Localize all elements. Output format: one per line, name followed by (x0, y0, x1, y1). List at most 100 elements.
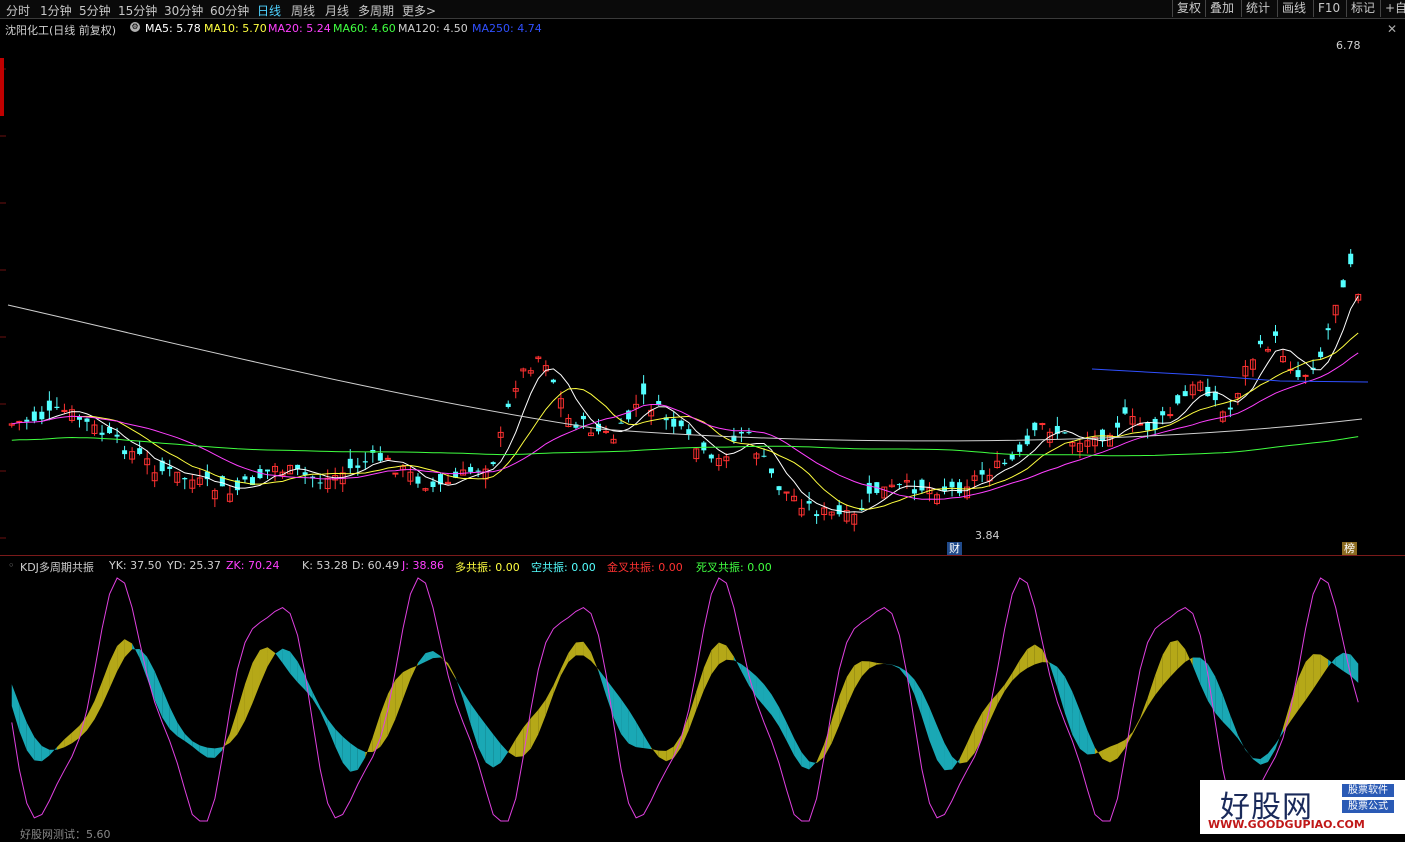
fuquan-button[interactable]: 复权 (1172, 0, 1205, 17)
kdj-bear-band (1252, 758, 1261, 765)
kdj-bull-band (102, 661, 110, 706)
period-tab-multi[interactable]: 多周期 (358, 2, 394, 19)
candle-body-down (701, 442, 707, 451)
period-tab-30min[interactable]: 30分钟 (164, 2, 203, 19)
period-tab-15min[interactable]: 15分钟 (118, 2, 157, 19)
kdj-bull-band (1283, 702, 1291, 733)
candle-body-down (1182, 391, 1188, 397)
watermark-url: WWW.GOODGUPIAO.COM (1208, 818, 1365, 831)
j-label: J: 38.86 (402, 559, 444, 572)
low-price-label: 3.84 (975, 529, 1000, 542)
kdj-bull-band (1034, 644, 1043, 665)
candle-body-down (1348, 253, 1354, 265)
kdj-bear-band (207, 747, 215, 758)
kdj-bear-band (425, 650, 434, 662)
kdj-bear-band (282, 648, 291, 674)
kline-panel[interactable]: 6.78 3.84 (0, 19, 1405, 555)
kdj-bull-band (109, 646, 118, 689)
kdj-bull-band (1094, 747, 1103, 759)
kdj-bull-band (244, 662, 253, 721)
ranking-badge[interactable]: 榜 (1342, 542, 1357, 555)
candle-body-down (1205, 386, 1211, 397)
kdj-bull-band (1110, 743, 1118, 763)
kline-chart[interactable]: 6.78 3.84 (0, 19, 1405, 555)
watermark-tag-formula: 股票公式 (1342, 800, 1394, 813)
kdj-bull-band (56, 739, 65, 750)
add-watchlist-button[interactable]: +自选 (1380, 0, 1405, 17)
kdj-bull-band (124, 639, 133, 658)
stats-button[interactable]: 统计 (1241, 0, 1274, 17)
kdj-bull-band (1162, 642, 1171, 686)
kdj-bear-band (139, 648, 148, 679)
period-tab-weekly[interactable]: 周线 (291, 2, 315, 19)
kdj-bear-band (342, 736, 351, 772)
kdj-bear-band (41, 745, 50, 762)
kdj-bull-band (967, 726, 975, 763)
kdj-bull-band (530, 709, 539, 749)
kdj-bull-band (1140, 698, 1148, 720)
candle-body-down (678, 420, 684, 427)
mark-button[interactable]: 标记 (1346, 0, 1379, 17)
kdj-bear-band (478, 714, 486, 763)
overlay-button[interactable]: 叠加 (1205, 0, 1238, 17)
finance-badge[interactable]: 财 (947, 542, 962, 555)
period-tab-monthly[interactable]: 月线 (325, 2, 349, 19)
candle-body-down (1002, 462, 1008, 465)
period-tab-more[interactable]: 更多> (402, 2, 436, 19)
period-tab-fenshi[interactable]: 分时 (6, 2, 30, 19)
kdj-bear-band (914, 679, 922, 717)
kdj-bear-band (275, 648, 283, 663)
close-icon[interactable]: ✕ (1387, 22, 1397, 36)
kdj-bull-band (839, 677, 847, 726)
candle-body-down (1099, 429, 1105, 441)
kdj-bear-band (748, 669, 757, 697)
period-tab-60min[interactable]: 60分钟 (210, 2, 249, 19)
candle-body-down (242, 476, 248, 480)
kdj-bear-band (455, 677, 464, 699)
kdj-bear-band (1200, 657, 1208, 701)
kdj-bull-band (1102, 746, 1111, 763)
kdj-bull-band (846, 665, 855, 707)
kdj-bear-band (944, 743, 953, 771)
candle-body-down (550, 379, 556, 383)
candle-body-down (54, 406, 60, 409)
kdj-bull-band (365, 736, 373, 758)
kdj-bear-band (936, 725, 945, 771)
kdj-bull-band (651, 747, 659, 758)
candle-body-down (580, 415, 586, 420)
candle-body-down (1115, 422, 1121, 428)
candle-body-down (979, 470, 985, 475)
gear-icon[interactable]: ⚙ (130, 22, 140, 32)
candle-body-up (1167, 414, 1174, 417)
kdj-bull-band (711, 642, 719, 675)
candle-body-down (1017, 444, 1023, 452)
d-label: D: 60.49 (352, 559, 400, 572)
kdj-bear-band (1087, 730, 1095, 755)
yd-label: YD: 25.37 (167, 559, 221, 572)
kdj-bear-band (463, 691, 471, 725)
draw-button[interactable]: 画线 (1277, 0, 1310, 17)
period-tab-daily[interactable]: 日线 (257, 2, 281, 19)
kdj-bear-band (485, 724, 494, 768)
kdj-bull-band (553, 668, 561, 695)
candle-body-up (1302, 374, 1309, 377)
candle-body-down (641, 383, 647, 395)
scale-marker (0, 58, 4, 116)
kdj-bear-band (1275, 727, 1284, 750)
yk-label: YK: 37.50 (109, 559, 162, 572)
kdj-bear-band (741, 664, 749, 686)
kdj-bear-band (26, 722, 35, 761)
indicator-panel[interactable] (0, 556, 1405, 834)
j-line (11, 577, 1359, 822)
kdj-bull-band (997, 684, 1005, 705)
period-tab-1min[interactable]: 1分钟 (40, 2, 72, 19)
candle-body-down (686, 429, 692, 435)
kdj-bull-band (515, 727, 524, 757)
f10-button[interactable]: F10 (1313, 0, 1344, 17)
ma120-label: MA120: 4.50 (398, 22, 468, 35)
kdj-chart[interactable] (0, 556, 1405, 834)
kdj-bear-band (1230, 715, 1238, 739)
period-tab-5min[interactable]: 5分钟 (79, 2, 111, 19)
kdj-bear-band (763, 684, 772, 716)
death-cross-label: 死叉共振: 0.00 (696, 561, 772, 574)
